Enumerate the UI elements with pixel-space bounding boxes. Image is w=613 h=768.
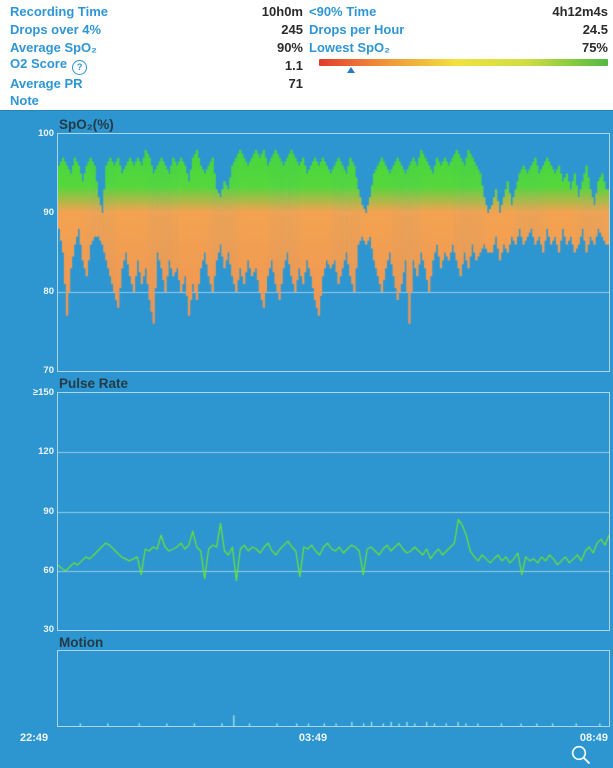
average-spo2-label: Average SpO₂	[10, 39, 97, 55]
y-tick-label: 70	[43, 365, 54, 376]
stat-row-drops: Drops over 4% 245 Drops per Hour 24.5	[10, 21, 608, 39]
drops-over-4-label: Drops over 4%	[10, 22, 102, 38]
pulse-rate-chart-title: Pulse Rate	[59, 376, 129, 391]
stat-row-note[interactable]: Note	[10, 92, 608, 110]
stat-row-average-pr: Average PR 71	[10, 74, 608, 92]
spo2-chart-canvas	[58, 134, 609, 371]
lowest-spo2-label: Lowest SpO₂	[309, 39, 390, 55]
drops-per-hour-value: 24.5	[582, 22, 608, 38]
y-tick-label: 100	[38, 128, 54, 139]
stat-row-recording-time: Recording Time 10h0m <90% Time 4h12m4s	[10, 3, 608, 21]
average-spo2-value: 90%	[276, 39, 303, 55]
y-tick-label: ≥150	[32, 387, 54, 398]
y-tick-label: 60	[43, 564, 54, 576]
o2-score-marker-icon	[346, 66, 355, 73]
stat-row-average-spo2: Average SpO₂ 90% Lowest SpO₂ 75%	[10, 39, 608, 57]
charts-panel: SpO₂(%) 100 90 80 70 Pulse Rate ≥150 120 90 60…	[0, 110, 613, 768]
pulse-rate-chart[interactable]: ≥150 120 90 60 30	[33, 388, 610, 635]
under90-time-label: <90% Time	[309, 4, 377, 20]
recording-time-value: 10h0m	[261, 4, 303, 20]
lowest-spo2-value: 75%	[581, 39, 608, 55]
y-tick-label: 80	[43, 286, 54, 297]
y-tick-label: 30	[43, 624, 54, 635]
drops-over-4-value: 245	[281, 22, 303, 38]
time-tick-middle: 03:49	[298, 732, 328, 744]
y-tick-label: 90	[43, 505, 54, 517]
average-pr-value: 71	[288, 75, 303, 91]
under90-time-value: 4h12m4s	[552, 4, 608, 20]
o2-score-gradient-bar	[319, 58, 608, 66]
magnifier-icon[interactable]	[569, 743, 593, 767]
spo2-chart-title: SpO₂(%)	[59, 117, 114, 132]
pulse-rate-chart-canvas	[58, 393, 609, 630]
note-label[interactable]: Note	[10, 93, 150, 108]
motion-chart-canvas	[58, 651, 609, 726]
help-icon[interactable]: ?	[72, 60, 88, 76]
time-tick-start: 22:49	[20, 732, 49, 744]
stat-row-o2-score: O2 Score? 1.1	[10, 56, 608, 76]
report-stats-header: Recording Time 10h0m <90% Time 4h12m4s D…	[0, 0, 613, 110]
average-pr-label: Average PR	[10, 75, 83, 91]
o2-score-value: 1.1	[284, 58, 303, 74]
spo2-chart[interactable]: 100 90 80 70	[38, 129, 610, 376]
motion-chart-title: Motion	[59, 635, 104, 650]
y-tick-label: 120	[38, 446, 54, 458]
time-axis: 22:49 03:49 08:49	[0, 732, 613, 747]
drops-per-hour-label: Drops per Hour	[309, 22, 405, 38]
o2-score-label: O2 Score?	[10, 56, 150, 76]
recording-time-label: Recording Time	[10, 4, 109, 20]
motion-chart[interactable]	[57, 650, 610, 727]
o2-score-scale	[319, 58, 608, 74]
y-tick-label: 90	[43, 207, 54, 218]
